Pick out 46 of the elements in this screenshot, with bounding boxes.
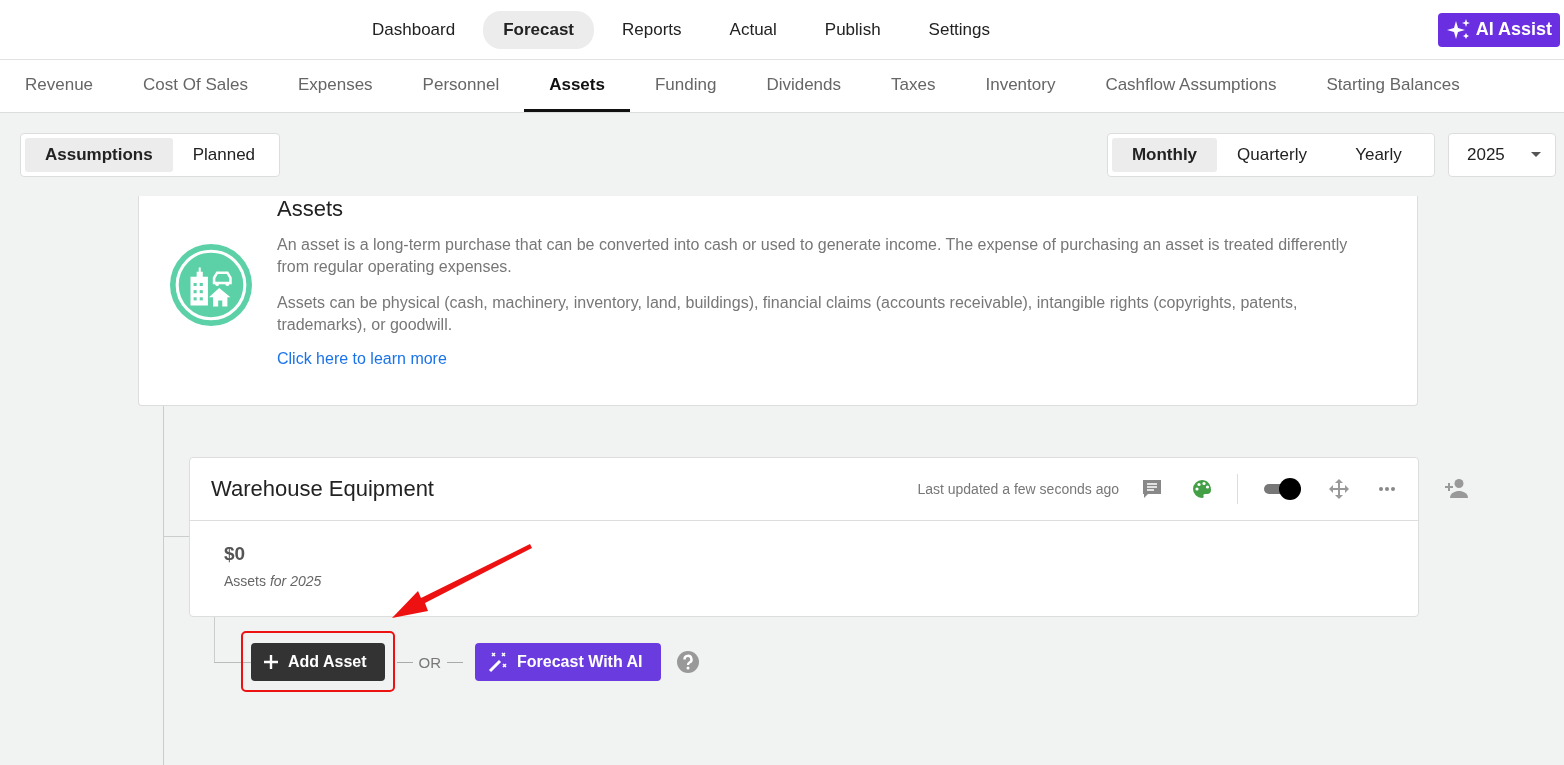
add-asset-button[interactable]: Add Asset xyxy=(251,643,385,681)
sub-tab[interactable]: Starting Balances xyxy=(1301,60,1485,112)
palette-icon[interactable] xyxy=(1191,478,1213,500)
plus-icon xyxy=(263,654,279,670)
sub-tab[interactable]: Expenses xyxy=(272,60,398,112)
description: An asset is a long-term purchase that can be converted into cash or used to generate income. The expense of purchasing an asset is treated differently from regular operating expenses. xyxy=(277,235,1349,277)
year-select[interactable]: 2025 xyxy=(1448,133,1556,177)
nav-tab[interactable]: Dashboard xyxy=(352,10,476,49)
nav-tab[interactable]: Actual xyxy=(709,10,797,49)
period-option[interactable]: Monthly xyxy=(1111,138,1218,172)
nav-tab[interactable]: Publish xyxy=(804,10,901,49)
comment-icon[interactable] xyxy=(1141,478,1163,500)
total-label: Assets for 2025 xyxy=(224,573,323,589)
view-option[interactable]: Assumptions xyxy=(25,138,173,172)
description: Assets can be physical (cash, machinery, inventory, land, buildings), financial claims (accounts receivable), intangible rights (copyrights, patents, trademarks), or goodwill. xyxy=(277,293,1299,335)
sub-tab[interactable]: Revenue xyxy=(0,60,119,112)
period-option[interactable]: Quarterly xyxy=(1217,138,1327,172)
more-icon[interactable] xyxy=(1378,486,1396,492)
toggle-switch[interactable] xyxy=(1262,477,1302,501)
view-option[interactable]: Planned xyxy=(172,138,276,172)
nav-tab[interactable]: Reports xyxy=(602,10,702,49)
move-icon[interactable] xyxy=(1328,478,1350,500)
ai-assist-button[interactable]: AI Assist xyxy=(1437,12,1560,47)
or-separator: OR xyxy=(418,653,442,671)
dropdown-caret-icon xyxy=(1531,152,1541,158)
nav-tab[interactable]: Settings xyxy=(908,10,1011,49)
sub-tab[interactable]: Taxes xyxy=(866,60,961,112)
help-icon[interactable] xyxy=(676,651,699,673)
add-person-icon[interactable] xyxy=(1443,478,1469,498)
block-title: Warehouse Equipment xyxy=(211,476,434,502)
sub-tab[interactable]: Cashflow Assumptions xyxy=(1080,60,1302,112)
learn-more-link[interactable]: Click here to learn more xyxy=(277,350,447,368)
sub-tab[interactable]: Inventory xyxy=(960,60,1081,112)
nav-tab[interactable]: Forecast xyxy=(483,10,595,49)
period-option[interactable]: Yearly xyxy=(1327,138,1430,172)
sub-tab[interactable]: Funding xyxy=(629,60,742,112)
sub-tab[interactable]: Assets xyxy=(524,60,630,112)
sub-tab[interactable]: Dividends xyxy=(741,60,867,112)
sub-tab[interactable]: Cost Of Sales xyxy=(118,60,273,112)
forecast-with-ai-button[interactable]: Forecast With AI xyxy=(475,643,661,681)
total-amount: $0 xyxy=(224,543,247,565)
sub-tab[interactable]: Personnel xyxy=(397,60,525,112)
last-updated-text: Last updated a few seconds ago xyxy=(917,481,1119,497)
section-title: Assets xyxy=(277,196,345,222)
assets-icon xyxy=(170,244,252,326)
magic-wand-icon xyxy=(487,651,510,673)
